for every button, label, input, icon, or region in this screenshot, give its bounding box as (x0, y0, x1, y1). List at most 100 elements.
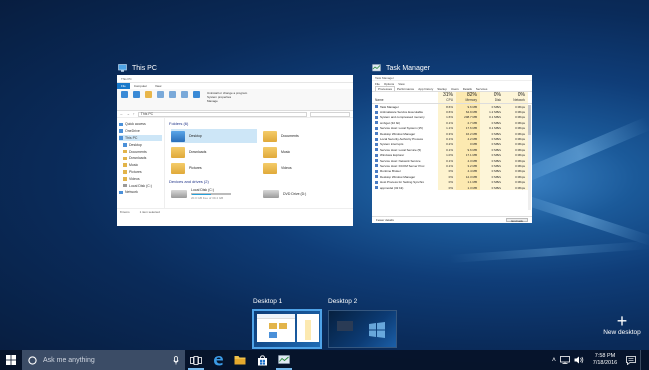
ribbon-map-network-drive-button[interactable] (168, 91, 177, 98)
tab-users[interactable]: Users (449, 87, 461, 91)
nav-item-pictures[interactable]: Pictures (119, 169, 162, 176)
start-button[interactable] (0, 350, 22, 370)
process-table-scrollbar[interactable] (528, 105, 531, 210)
desktop-2-thumbnail[interactable] (328, 310, 397, 348)
forward-arrow-icon[interactable]: → (127, 112, 131, 116)
desktop-1-label: Desktop 1 (253, 298, 283, 305)
status-items: 8 items (120, 209, 130, 214)
process-name: smbget (32 bit) (372, 121, 438, 125)
edge-button[interactable] (207, 350, 229, 370)
clock-date: 7/18/2016 (592, 360, 618, 366)
column-disk[interactable]: 0% Disk (480, 92, 504, 103)
nav-item-this-pc[interactable]: This PC (119, 134, 162, 142)
nav-item-videos[interactable]: Videos (119, 175, 162, 182)
taskmanager-window-thumbnail[interactable]: Task Manager File Options View Processes… (372, 75, 532, 223)
column-cpu[interactable]: 31% CPU (438, 92, 456, 103)
end-task-button[interactable]: End task (506, 217, 528, 223)
volume-icon[interactable] (574, 356, 584, 364)
process-name: System and compressed memory (372, 115, 438, 119)
folder-videos[interactable]: Videos (263, 161, 349, 175)
process-name: Host Process for Setting Synchro (372, 180, 438, 184)
explorer-search-input[interactable] (310, 111, 350, 117)
search-placeholder: Ask me anything (43, 356, 95, 364)
ribbon-open-button[interactable] (132, 91, 141, 98)
taskmanager-window-title: Task Manager (375, 75, 394, 80)
ribbon-access-media-button[interactable] (156, 91, 165, 98)
nav-item-onedrive[interactable]: OneDrive (119, 128, 162, 135)
nav-item-quick-access[interactable]: Quick access (119, 121, 162, 128)
store-button[interactable] (251, 350, 273, 370)
nav-item-network[interactable]: Network (119, 189, 162, 196)
wallpaper-beam (449, 241, 649, 263)
folder-icon (171, 162, 185, 174)
back-arrow-icon[interactable]: ← (120, 112, 124, 116)
folder-music[interactable]: Music (263, 145, 349, 159)
task-manager-button[interactable] (273, 350, 295, 370)
nav-item-downloads[interactable]: Downloads (119, 155, 162, 162)
drive-local-disk[interactable]: Local Disk (C:) 20.0 GB free of 39.4 GB (171, 187, 257, 201)
process-name: Service Host: Network Service (372, 159, 438, 163)
file-explorer-button[interactable] (229, 350, 251, 370)
task-view-icon (190, 355, 202, 365)
process-network: 0 Mbps (504, 184, 528, 191)
tab-computer[interactable]: Computer (130, 83, 151, 89)
menu-view[interactable]: View (398, 82, 404, 86)
tab-app-history[interactable]: App history (416, 87, 435, 91)
folder-desktop[interactable]: Desktop (171, 129, 257, 143)
ribbon-rename-button[interactable] (144, 91, 153, 98)
menu-options[interactable]: Options (384, 82, 394, 86)
fewer-details-link[interactable]: Fewer details (376, 218, 394, 222)
nav-item-local-disk[interactable]: Local Disk (C:) (119, 182, 162, 189)
ribbon-add-network-location-button[interactable] (180, 91, 189, 98)
column-network[interactable]: 0% Network (504, 92, 528, 103)
nav-item-music[interactable]: Music (119, 162, 162, 169)
tab-view[interactable]: View (151, 83, 165, 89)
explorer-status-bar: 8 items 1 item selected (117, 208, 353, 214)
taskmanager-thumbnail-label: Task Manager (386, 64, 430, 72)
hard-drive-icon (171, 190, 187, 198)
explorer-thumbnail-title[interactable]: This PC (118, 64, 157, 72)
network-icon[interactable] (560, 356, 570, 364)
explorer-titlebar: This PC (117, 75, 353, 83)
taskbar-clock[interactable]: 7:58 PM 7/18/2016 (588, 353, 622, 367)
tab-startup[interactable]: Startup (435, 87, 449, 91)
desktop-1-thumbnail[interactable] (252, 309, 322, 349)
taskmanager-footer: Fewer details End task (372, 216, 532, 223)
ribbon-open-settings-button[interactable] (192, 91, 201, 98)
drive-dvd[interactable]: DVD Drive (D:) (263, 187, 349, 201)
up-arrow-icon[interactable]: ↑ (133, 112, 135, 116)
ribbon-manage-link[interactable]: Manage (207, 99, 247, 103)
folder-documents[interactable]: Documents (263, 129, 349, 143)
windows-logo-icon (369, 322, 385, 338)
action-center-icon[interactable] (626, 355, 636, 365)
column-memory[interactable]: 82% Memory (456, 92, 480, 103)
address-bar[interactable]: This PC (137, 111, 307, 117)
folder-pictures[interactable]: Pictures (171, 161, 257, 175)
show-desktop-button[interactable] (640, 350, 643, 370)
nav-item-documents[interactable]: Documents (119, 148, 162, 155)
tab-services[interactable]: Services (474, 87, 490, 91)
chevron-up-icon[interactable]: ˄ (552, 357, 556, 364)
tab-processes[interactable]: Processes (375, 86, 396, 91)
nav-item-desktop[interactable]: Desktop (119, 141, 162, 148)
dvd-drive-icon (263, 190, 279, 198)
column-name[interactable]: Name (372, 92, 438, 103)
process-name: Windows Explorer (372, 153, 438, 157)
task-manager-icon (372, 64, 381, 72)
tab-file[interactable]: File (117, 83, 130, 89)
tab-performance[interactable]: Performance (395, 87, 416, 91)
process-cpu: 0% (438, 184, 456, 191)
taskmanager-thumbnail-title[interactable]: Task Manager (372, 64, 430, 72)
explorer-window-thumbnail[interactable]: This PC File Computer View Uninstall or … (117, 75, 353, 226)
task-view-button[interactable] (185, 350, 207, 370)
this-pc-icon (118, 64, 127, 72)
cortana-search-box[interactable]: Ask me anything (22, 350, 185, 370)
folder-downloads[interactable]: Downloads (171, 145, 257, 159)
microphone-icon[interactable] (173, 355, 179, 365)
new-desktop-button[interactable]: + New desktop (598, 312, 646, 336)
process-row[interactable]: appmodel (32 bit) 0% 1.3 MB 0 MB/s 0 Mbps (372, 184, 532, 191)
ribbon-properties-button[interactable] (120, 91, 129, 98)
desktop-1-taskmanager-preview (297, 314, 319, 342)
tab-details[interactable]: Details (461, 87, 474, 91)
menu-file[interactable]: File (375, 82, 380, 86)
